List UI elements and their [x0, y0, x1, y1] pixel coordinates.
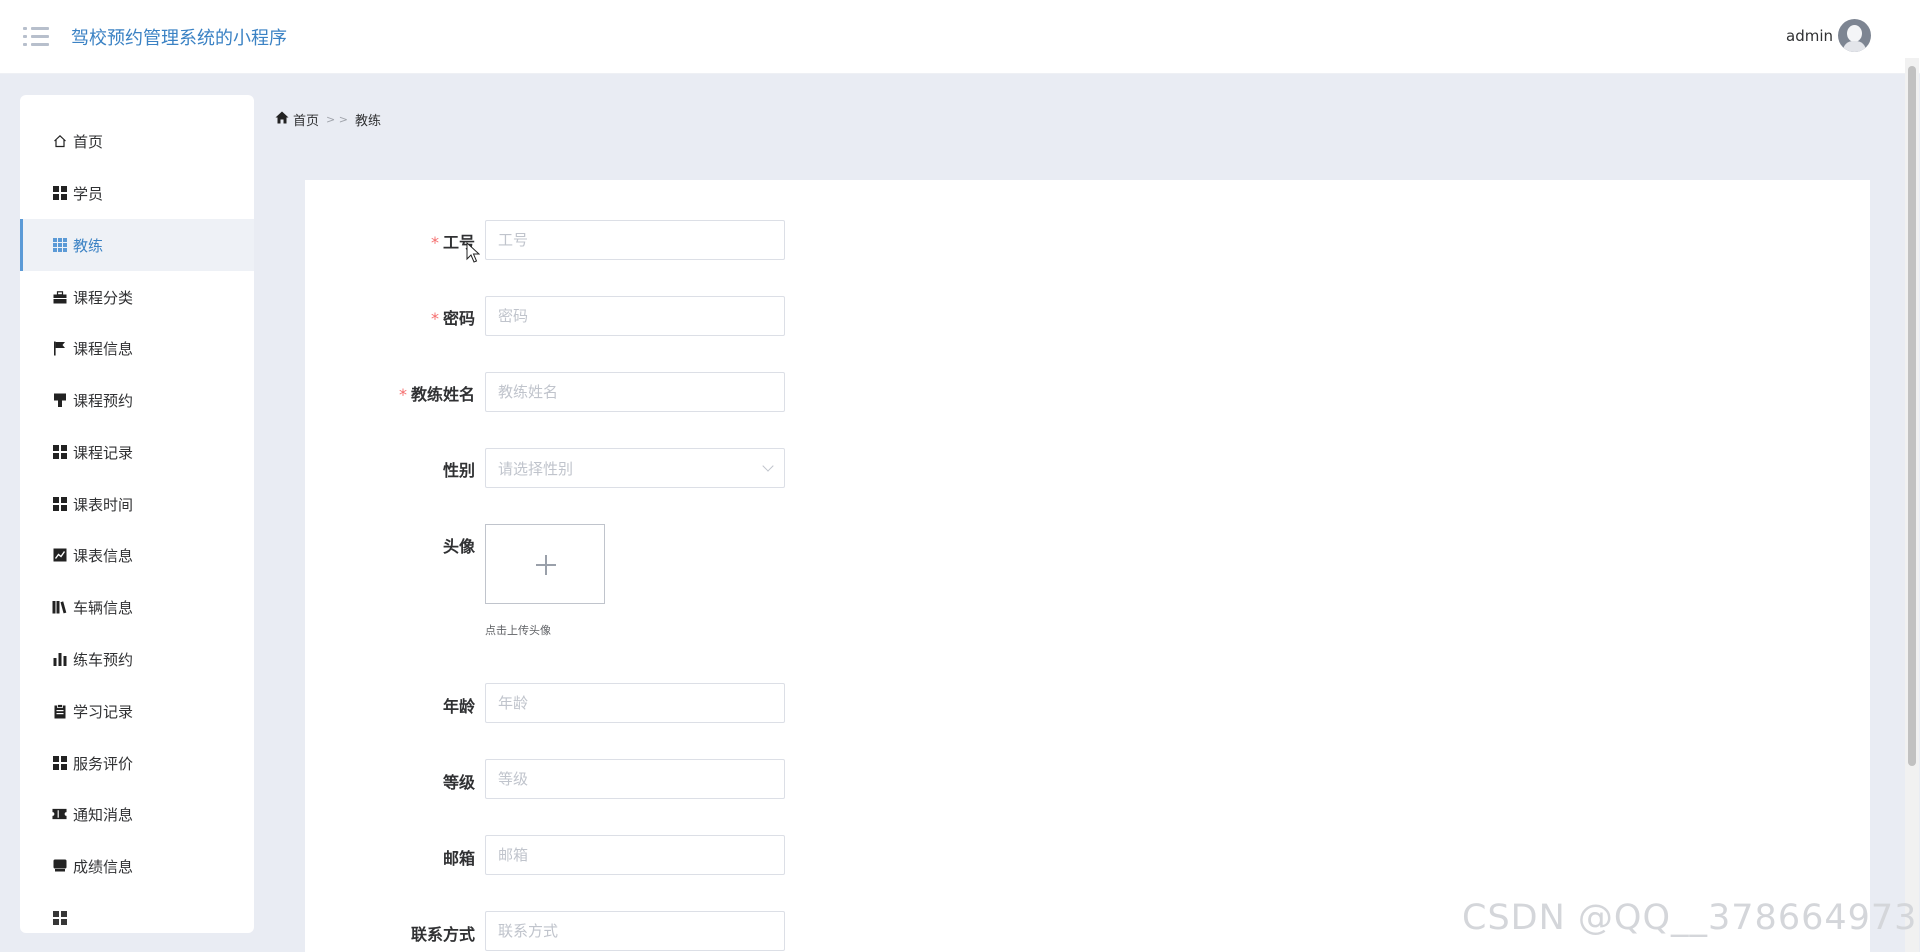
- sidebar-item-label: 课表信息: [73, 546, 134, 565]
- sidebar-item-study-record[interactable]: 学习记录: [20, 685, 254, 737]
- breadcrumb: 首页 > > 教练: [275, 110, 381, 129]
- sidebar-item-system-partial[interactable]: [20, 892, 254, 933]
- level-input[interactable]: [485, 759, 785, 799]
- chevron-down-icon: [762, 460, 774, 472]
- user-name[interactable]: admin: [1786, 27, 1833, 45]
- phone-input[interactable]: [485, 911, 785, 951]
- avatar-body: [1843, 41, 1866, 52]
- password-input[interactable]: [485, 296, 785, 336]
- age-input[interactable]: [485, 683, 785, 723]
- grid-icon: [52, 756, 67, 771]
- phone-label: 联系方式: [410, 925, 475, 944]
- home-icon: [52, 134, 67, 149]
- grid-icon: [52, 238, 67, 253]
- sidebar-item-notification[interactable]: 通知消息: [20, 788, 254, 840]
- grid-icon: [52, 497, 67, 512]
- sidebar-item-score-info[interactable]: 成绩信息: [20, 840, 254, 892]
- books-icon: [52, 600, 67, 615]
- stamp-icon: [52, 393, 67, 408]
- sidebar-item-label: 练车预约: [73, 650, 134, 669]
- email-input[interactable]: [485, 835, 785, 875]
- sidebar-item-label: 教练: [73, 236, 104, 255]
- job-no-label: * 工号: [430, 233, 475, 252]
- avatar-label: 头像: [442, 537, 475, 556]
- sidebar-item-label: 课程预约: [73, 391, 134, 410]
- sidebar-item-label: 通知消息: [73, 805, 134, 824]
- clipboard-icon: [52, 703, 67, 719]
- avatar-upload-hint: 点击上传头像: [485, 624, 551, 637]
- flag-icon: [52, 341, 67, 356]
- mouse-cursor-icon: [466, 242, 480, 263]
- grid-icon: [52, 445, 67, 460]
- ticket-icon: [52, 807, 67, 822]
- sidebar-item-coaches[interactable]: 教练: [20, 219, 254, 271]
- sidebar-item-practice-booking[interactable]: 练车预约: [20, 633, 254, 685]
- plus-icon: [545, 555, 547, 575]
- required-mark: *: [430, 233, 439, 252]
- monitor-icon: [52, 859, 67, 874]
- job-no-input[interactable]: [485, 220, 785, 260]
- required-mark: *: [398, 385, 407, 404]
- gender-label: 性别: [442, 461, 475, 480]
- top-header: 驾校预约管理系统的小程序 admin: [0, 0, 1920, 74]
- sidebar-item-course-booking[interactable]: 课程预约: [20, 374, 254, 426]
- sidebar-item-label: 服务评价: [73, 754, 134, 773]
- sidebar-item-course-record[interactable]: 课程记录: [20, 426, 254, 478]
- sidebar-item-service-review[interactable]: 服务评价: [20, 737, 254, 789]
- sidebar-item-label: 车辆信息: [73, 598, 134, 617]
- password-label: * 密码: [430, 309, 475, 328]
- sidebar-item-course-info[interactable]: 课程信息: [20, 322, 254, 374]
- breadcrumb-home[interactable]: 首页: [293, 110, 319, 129]
- sidebar-item-label: 课程分类: [73, 288, 134, 307]
- sidebar-item-schedule-info[interactable]: 课表信息: [20, 529, 254, 581]
- coach-name-label: * 教练姓名: [398, 385, 475, 404]
- menu-toggle-icon[interactable]: [23, 25, 51, 49]
- level-label: 等级: [442, 773, 475, 792]
- sidebar-item-home[interactable]: 首页: [20, 115, 254, 167]
- sidebar-item-vehicle-info[interactable]: 车辆信息: [20, 581, 254, 633]
- avatar-face: [1847, 25, 1862, 42]
- age-label: 年龄: [442, 697, 475, 716]
- sidebar-item-label: 课程记录: [73, 443, 134, 462]
- line-chart-icon: [52, 548, 67, 563]
- sidebar-item-label: 学习记录: [73, 702, 134, 721]
- sidebar: 首页 学员 教练 课程分类 课程信息 课程预约 课程记录 课表时间 课表信息 车…: [20, 95, 254, 933]
- grid-icon: [52, 186, 67, 201]
- app-title: 驾校预约管理系统的小程序: [71, 28, 287, 49]
- sidebar-item-schedule-time[interactable]: 课表时间: [20, 478, 254, 530]
- page-scrollbar-thumb[interactable]: [1908, 66, 1916, 766]
- sidebar-item-label: 学员: [73, 184, 104, 203]
- required-mark: *: [430, 309, 439, 328]
- grid-icon: [52, 911, 67, 926]
- watermark: CSDN @QQ__3786649731: [1462, 898, 1920, 938]
- briefcase-icon: [52, 290, 67, 305]
- avatar-upload-box[interactable]: [485, 524, 605, 604]
- sidebar-item-label: 课表时间: [73, 495, 134, 514]
- bar-chart-icon: [52, 652, 67, 667]
- user-avatar[interactable]: [1838, 19, 1871, 52]
- home-icon: [275, 111, 289, 128]
- sidebar-item-students[interactable]: 学员: [20, 167, 254, 219]
- breadcrumb-separator: > >: [326, 113, 348, 126]
- sidebar-item-course-category[interactable]: 课程分类: [20, 271, 254, 323]
- coach-name-input[interactable]: [485, 372, 785, 412]
- breadcrumb-current: 教练: [354, 114, 381, 129]
- email-label: 邮箱: [442, 849, 475, 868]
- gender-select-placeholder: 请选择性别: [498, 459, 574, 478]
- sidebar-item-label: 成绩信息: [73, 857, 134, 876]
- gender-select[interactable]: 请选择性别: [485, 448, 785, 488]
- sidebar-item-label: 首页: [73, 132, 104, 151]
- sidebar-item-label: 课程信息: [73, 339, 134, 358]
